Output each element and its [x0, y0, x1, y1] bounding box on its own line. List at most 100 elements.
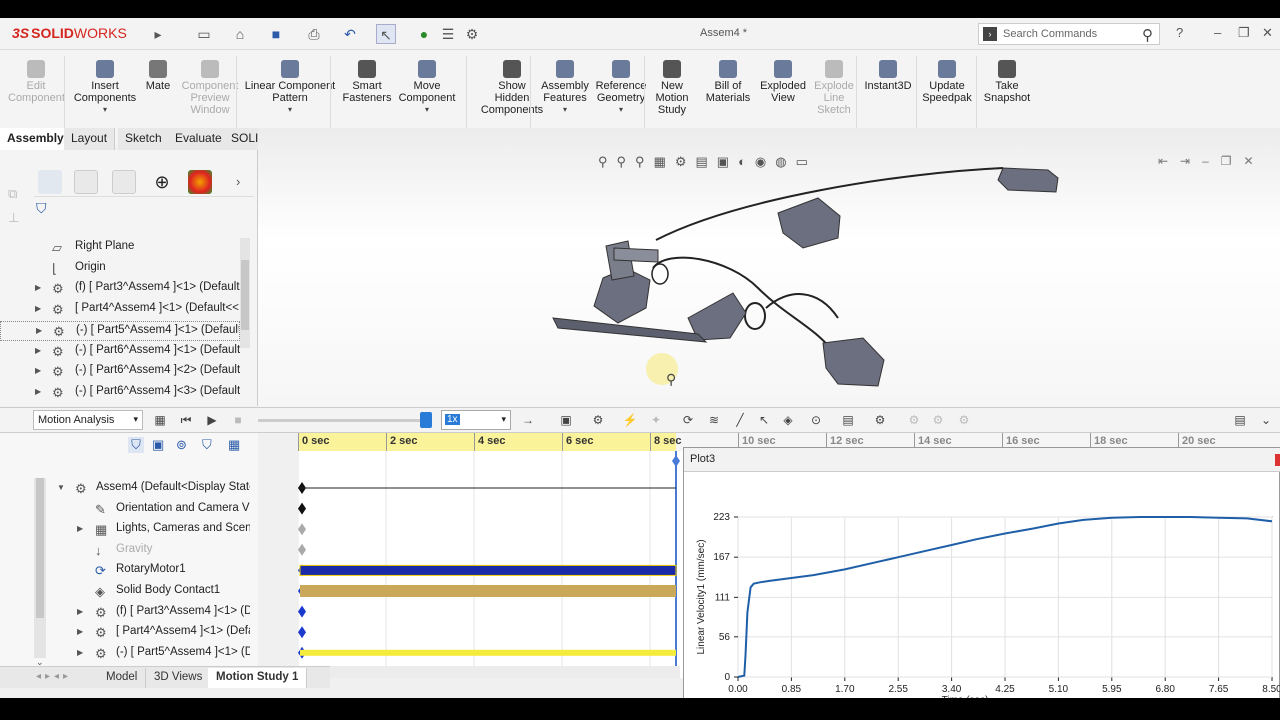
- play-icon[interactable]: ▶: [204, 412, 220, 428]
- filter-driving-icon[interactable]: ⚙: [930, 412, 946, 428]
- filter-icon[interactable]: ⛉: [128, 437, 144, 453]
- motion-study-properties-icon[interactable]: ⚙: [872, 412, 888, 428]
- undo-icon[interactable]: ↶: [340, 24, 360, 44]
- add-key-icon[interactable]: ✦: [648, 412, 664, 428]
- chevron-right-icon[interactable]: ›: [236, 174, 240, 189]
- contact-icon[interactable]: ◈: [780, 412, 796, 428]
- assembly-model[interactable]: ⚲: [258, 128, 1280, 408]
- feature-manager-tab-icon[interactable]: [38, 170, 62, 194]
- display-manager-tab-icon[interactable]: [188, 170, 212, 194]
- tab-layout[interactable]: Layout: [64, 128, 116, 150]
- expand-arrow-icon[interactable]: ▶: [77, 648, 83, 657]
- tree-item[interactable]: ▶ ⚙ (-) [ Part6^Assem4 ]<3> (Default: [0, 383, 240, 403]
- tree-item[interactable]: ▶ ⚙ (-) [ Part5^Assem4 ]<1> (Default: [0, 320, 240, 341]
- expand-arrow-icon[interactable]: ▶: [35, 346, 41, 355]
- tree-item[interactable]: ▶ ⚙ [ Part4^Assem4 ]<1> (Default<<: [0, 300, 240, 320]
- calculate-icon[interactable]: ▦: [152, 412, 168, 428]
- minimize-icon[interactable]: –: [1214, 25, 1221, 40]
- study-type-select[interactable]: Motion Analysis ▾: [33, 410, 143, 430]
- expand-arrow-icon[interactable]: ▶: [35, 387, 41, 396]
- configuration-manager-tab-icon[interactable]: [112, 170, 136, 194]
- graphics-viewport[interactable]: ⚲⚲⚲▦⚙▤▣◐◉◍▭ ⇤⇥–❐✕ ⚲: [258, 128, 1280, 408]
- chevron-down-icon[interactable]: ▾: [398, 104, 456, 116]
- show-hidden-components-button[interactable]: Show Hidden Components: [480, 60, 544, 116]
- exploded-view-button[interactable]: Exploded View: [758, 60, 808, 104]
- expand-arrow-icon[interactable]: ▶: [35, 283, 41, 292]
- update-speedpak-button[interactable]: Update Speedpak: [922, 60, 972, 104]
- filter-icon[interactable]: ⛉: [36, 200, 47, 217]
- play-from-start-icon[interactable]: ⏮: [178, 412, 194, 428]
- motion-tree-scrollbar[interactable]: [34, 478, 46, 658]
- property-manager-tab-icon[interactable]: [74, 170, 98, 194]
- expand-arrow-icon[interactable]: ▶: [77, 524, 83, 533]
- expand-arrow-icon[interactable]: ▶: [77, 627, 83, 636]
- filter-selected-icon[interactable]: ⚙: [956, 412, 972, 428]
- chevron-down-icon[interactable]: ▾: [72, 104, 138, 116]
- insert-components-button[interactable]: Insert Components ▾: [72, 60, 138, 116]
- results-and-plots-icon[interactable]: ▤: [840, 412, 856, 428]
- expand-arrow-icon[interactable]: ▼: [57, 483, 65, 492]
- dimxpert-tab-icon[interactable]: ⊕: [150, 170, 174, 194]
- force-icon[interactable]: ↖: [756, 412, 772, 428]
- tab-model[interactable]: Model: [98, 668, 147, 688]
- expand-arrow-icon[interactable]: ▶: [77, 607, 83, 616]
- gravity-icon[interactable]: ⊙: [808, 412, 824, 428]
- tab-3d-views[interactable]: 3D Views: [146, 668, 212, 688]
- filter-driving-icon[interactable]: ⊚: [176, 437, 187, 453]
- motor-icon[interactable]: ⟳: [680, 412, 696, 428]
- take-snapshot-button[interactable]: Take Snapshot: [982, 60, 1032, 104]
- autokey-icon[interactable]: ⚡: [622, 412, 638, 428]
- expand-arrow-icon[interactable]: ▶: [35, 304, 41, 313]
- search-icon[interactable]: ⚲: [1142, 26, 1153, 44]
- tab-scroll-icons[interactable]: ◂▸◂▸: [36, 671, 72, 682]
- timeline-bars[interactable]: [298, 451, 688, 678]
- tab-motion-study-1[interactable]: Motion Study 1: [208, 668, 308, 688]
- tree-item[interactable]: ▱ Right Plane: [0, 238, 240, 258]
- assembly-features-button[interactable]: Assembly Features ▾: [540, 60, 590, 116]
- new-document-icon[interactable]: ▭: [194, 24, 214, 44]
- filter-animated-icon[interactable]: ▣: [152, 437, 164, 453]
- help-icon[interactable]: ?: [1176, 25, 1183, 40]
- new-motion-study-button[interactable]: New Motion Study: [652, 60, 692, 116]
- playback-mode-icon[interactable]: →: [520, 412, 536, 428]
- save-animation-icon[interactable]: ▣: [558, 412, 574, 428]
- move-component-button[interactable]: Move Component ▾: [398, 60, 456, 116]
- filter-selected-icon[interactable]: ⛉: [202, 437, 212, 453]
- collapse-motion-manager-icon[interactable]: ▤: [1232, 412, 1248, 428]
- linear-component-pattern-button[interactable]: Linear Component Pattern ▾: [244, 60, 336, 116]
- mate-button[interactable]: Mate: [140, 60, 176, 92]
- stop-icon[interactable]: ■: [230, 412, 246, 428]
- edit-component-button[interactable]: Edit Component: [8, 60, 65, 104]
- smart-fasteners-button[interactable]: Smart Fasteners: [340, 60, 394, 104]
- playback-speed-select[interactable]: 1x ▾: [441, 410, 511, 430]
- chevron-right-icon[interactable]: ▸: [148, 24, 168, 44]
- tab-assembly[interactable]: Assembly: [0, 128, 72, 150]
- chevron-down-icon[interactable]: ▾: [244, 104, 336, 116]
- select-arrow-icon[interactable]: ↖: [376, 24, 396, 44]
- tab-evaluate[interactable]: Evaluate: [168, 128, 230, 150]
- save-icon[interactable]: ■: [266, 24, 286, 44]
- explode-line-sketch-button[interactable]: Explode Line Sketch: [813, 60, 855, 116]
- chevron-down-icon[interactable]: ⌄: [1258, 412, 1274, 428]
- playback-slider-thumb[interactable]: [420, 412, 432, 428]
- tree-item[interactable]: ⌊ Origin: [0, 259, 240, 279]
- tab-sketch[interactable]: Sketch: [118, 128, 170, 150]
- bill-of-materials-button[interactable]: Bill of Materials: [705, 60, 751, 104]
- playback-slider[interactable]: [258, 419, 428, 422]
- component-preview-window-button[interactable]: Component Preview Window: [176, 60, 244, 116]
- plot-window[interactable]: Plot3 0.00 0.85 1.70 2.55 3.40 4.25 5.10 5.95 6.…: [683, 447, 1280, 698]
- tree-item[interactable]: ▶ ⚙ (-) [ Part6^Assem4 ]<2> (Default: [0, 362, 240, 382]
- search-commands-box[interactable]: › Search Commands ⚲: [978, 23, 1160, 45]
- chevron-down-icon[interactable]: ▾: [594, 104, 648, 116]
- reference-geometry-button[interactable]: Reference Geometry ▾: [594, 60, 648, 116]
- open-folder-icon[interactable]: ⌂: [230, 24, 250, 44]
- print-icon[interactable]: ⎙: [304, 24, 324, 44]
- spring-icon[interactable]: ≋: [706, 412, 722, 428]
- tree-item[interactable]: ▶ ⚙ (-) [ Part6^Assem4 ]<1> (Default: [0, 342, 240, 362]
- chevron-down-icon[interactable]: ▾: [540, 104, 590, 116]
- instant3d-button[interactable]: Instant3D: [863, 60, 913, 92]
- filter-results-icon[interactable]: ▦: [228, 437, 240, 453]
- damper-icon[interactable]: ╱: [732, 412, 748, 428]
- tree-scrollbar[interactable]: [240, 238, 250, 348]
- rebuild-icon[interactable]: ●: [414, 24, 434, 44]
